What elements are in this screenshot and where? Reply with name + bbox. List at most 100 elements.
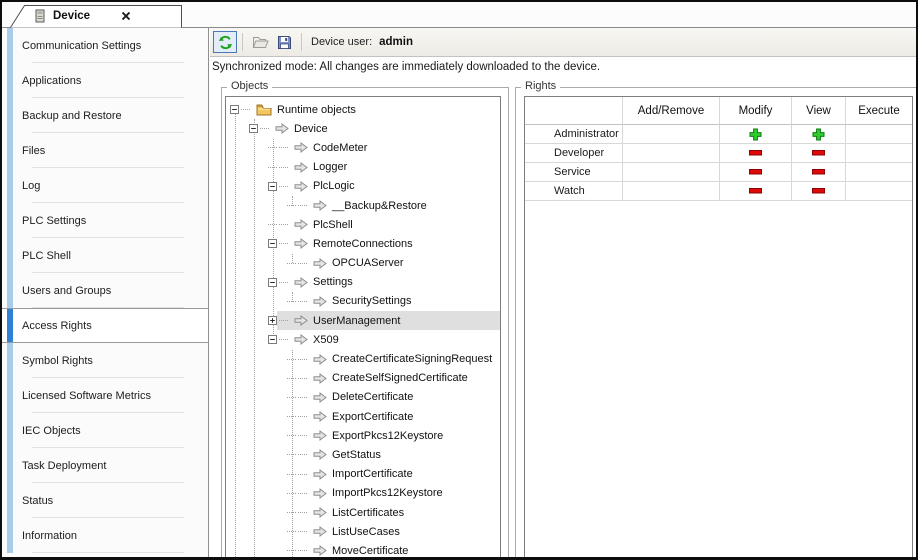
sidebar-item-backup-and-restore[interactable]: Backup and Restore	[2, 98, 208, 133]
tree-node-securitysettings[interactable]: SecuritySettings	[226, 292, 500, 311]
tree-node-importpkcs12keystore[interactable]: ImportPkcs12Keystore	[226, 484, 500, 503]
tree-node-label: X509	[313, 334, 339, 346]
tree-node-label: Device	[294, 123, 328, 135]
tree-node-x509[interactable]: X509	[226, 330, 500, 349]
runtime-object-arrow-icon	[313, 545, 327, 556]
permission-cell[interactable]	[623, 182, 720, 201]
sidebar-item-iec-objects[interactable]: IEC Objects	[2, 413, 208, 448]
sidebar-item-files[interactable]: Files	[2, 133, 208, 168]
permission-cell-minus[interactable]	[720, 182, 792, 201]
tree-node-movecertificate[interactable]: MoveCertificate	[226, 541, 500, 560]
tree-node-usermanagement[interactable]: UserManagement	[226, 311, 500, 330]
permission-cell[interactable]	[846, 182, 912, 201]
collapse-expander-icon[interactable]	[230, 105, 239, 114]
tree-node-remoteconnections[interactable]: RemoteConnections	[226, 234, 500, 253]
permission-cell[interactable]	[623, 125, 720, 144]
runtime-object-arrow-icon	[313, 488, 327, 499]
tree-connector	[298, 416, 307, 417]
tree-node-plcshell[interactable]: PlcShell	[226, 215, 500, 234]
tree-connector	[287, 397, 296, 398]
rights-group-title: Rights	[521, 80, 560, 92]
permission-cell[interactable]	[846, 125, 912, 144]
collapse-expander-icon[interactable]	[268, 335, 277, 344]
tree-node-opcuaserver[interactable]: OPCUAServer	[226, 254, 500, 273]
accent-bar	[7, 203, 13, 238]
tree-connector	[287, 531, 296, 532]
rights-row-administrator: Administrator	[525, 125, 912, 144]
permission-cell-minus[interactable]	[720, 163, 792, 182]
runtime-object-arrow-icon	[275, 123, 289, 134]
permission-cell-plus[interactable]	[720, 125, 792, 144]
permission-cell[interactable]	[846, 163, 912, 182]
sidebar-item-communication-settings[interactable]: Communication Settings	[2, 28, 208, 63]
runtime-object-arrow-icon	[313, 469, 327, 480]
refresh-button[interactable]	[213, 31, 237, 53]
runtime-object-arrow-icon	[313, 354, 327, 365]
sidebar-item-status[interactable]: Status	[2, 483, 208, 518]
tree-node-exportpkcs12keystore[interactable]: ExportPkcs12Keystore	[226, 426, 500, 445]
runtime-object-arrow-icon	[313, 200, 327, 211]
collapse-expander-icon[interactable]	[268, 182, 277, 191]
tree-node-deletecertificate[interactable]: DeleteCertificate	[226, 388, 500, 407]
tree-node-label: Logger	[313, 161, 347, 173]
tree-node-settings[interactable]: Settings	[226, 273, 500, 292]
permission-cell-minus[interactable]	[720, 144, 792, 163]
role-label: Administrator	[525, 125, 623, 144]
permission-cell[interactable]	[623, 163, 720, 182]
column-header-add-remove: Add/Remove	[623, 97, 720, 125]
collapse-expander-icon[interactable]	[268, 278, 277, 287]
tree-node-exportcertificate[interactable]: ExportCertificate	[226, 407, 500, 426]
tree-node-getstatus[interactable]: GetStatus	[226, 445, 500, 464]
tree-connector	[268, 167, 277, 168]
rights-row-service: Service	[525, 163, 912, 182]
tree-node-createcertificatesigningrequest[interactable]: CreateCertificateSigningRequest	[226, 349, 500, 368]
collapse-expander-icon[interactable]	[249, 124, 258, 133]
tree-node-codemeter[interactable]: CodeMeter	[226, 138, 500, 157]
tree-node-createselfsignedcertificate[interactable]: CreateSelfSignedCertificate	[226, 369, 500, 388]
runtime-object-arrow-icon	[313, 392, 327, 403]
tree-connector	[298, 397, 307, 398]
tree-connector	[298, 531, 307, 532]
sidebar-item-licensed-software-metrics[interactable]: Licensed Software Metrics	[2, 378, 208, 413]
sidebar-item-plc-settings[interactable]: PLC Settings	[2, 203, 208, 238]
tree-node-runtime-objects[interactable]: Runtime objects	[226, 100, 500, 119]
collapse-expander-icon[interactable]	[268, 239, 277, 248]
sidebar-item-task-deployment[interactable]: Task Deployment	[2, 448, 208, 483]
permission-cell-minus[interactable]	[792, 182, 846, 201]
sidebar-item-access-rights[interactable]: Access Rights	[2, 308, 208, 343]
permission-cell-minus[interactable]	[792, 144, 846, 163]
sidebar-item-users-and-groups[interactable]: Users and Groups	[2, 273, 208, 308]
tree-node-label: GetStatus	[332, 449, 381, 461]
runtime-object-arrow-icon	[313, 411, 327, 422]
tree-node-importcertificate[interactable]: ImportCertificate	[226, 465, 500, 484]
tree-node-device[interactable]: Device	[226, 119, 500, 138]
tree-connector	[279, 339, 288, 340]
expand-expander-icon[interactable]	[268, 316, 277, 325]
close-icon[interactable]	[121, 11, 131, 21]
tree-connector	[287, 359, 296, 360]
sidebar-item-information[interactable]: Information	[2, 518, 208, 553]
sidebar-item-symbol-rights[interactable]: Symbol Rights	[2, 343, 208, 378]
tree-node-backup-restore[interactable]: __Backup&Restore	[226, 196, 500, 215]
tree-connector	[268, 224, 277, 225]
accent-bar	[7, 98, 13, 133]
tree-connector	[287, 454, 296, 455]
permission-cell-plus[interactable]	[792, 125, 846, 144]
denied-minus-icon	[812, 150, 825, 156]
tree-node-listcertificates[interactable]: ListCertificates	[226, 503, 500, 522]
tree-connector	[287, 550, 296, 551]
sidebar-item-log[interactable]: Log	[2, 168, 208, 203]
permission-cell[interactable]	[623, 144, 720, 163]
permission-cell-minus[interactable]	[792, 163, 846, 182]
tree-node-listusecases[interactable]: ListUseCases	[226, 522, 500, 541]
sidebar-item-plc-shell[interactable]: PLC Shell	[2, 238, 208, 273]
tree-node-plclogic[interactable]: PlcLogic	[226, 177, 500, 196]
tree-node-logger[interactable]: Logger	[226, 158, 500, 177]
save-button[interactable]	[272, 31, 296, 53]
open-button[interactable]	[248, 31, 272, 53]
permission-cell[interactable]	[846, 144, 912, 163]
tree-connector	[298, 378, 307, 379]
folder-icon	[256, 103, 272, 116]
tab-device[interactable]: Device	[10, 4, 183, 28]
sidebar-item-applications[interactable]: Applications	[2, 63, 208, 98]
